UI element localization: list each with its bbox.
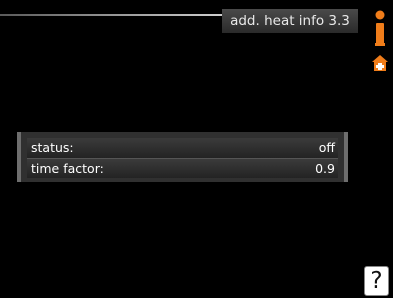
status-value: off (318, 140, 335, 155)
house-icon (372, 55, 388, 71)
side-icon-bar (371, 10, 389, 74)
status-label: status: (31, 140, 74, 155)
screen: add. heat info 3.3 status: off time fact… (0, 0, 393, 298)
info-panel: status: off time factor: 0.9 (17, 132, 348, 182)
time-factor-value: 0.9 (315, 161, 335, 176)
status-row: status: off (27, 138, 338, 158)
info-icon (375, 10, 385, 46)
time-factor-row: time factor: 0.9 (27, 158, 338, 178)
page-title: add. heat info 3.3 (222, 9, 358, 33)
help-button[interactable]: ? (364, 266, 389, 296)
time-factor-label: time factor: (31, 161, 104, 176)
title-rule (0, 14, 222, 16)
